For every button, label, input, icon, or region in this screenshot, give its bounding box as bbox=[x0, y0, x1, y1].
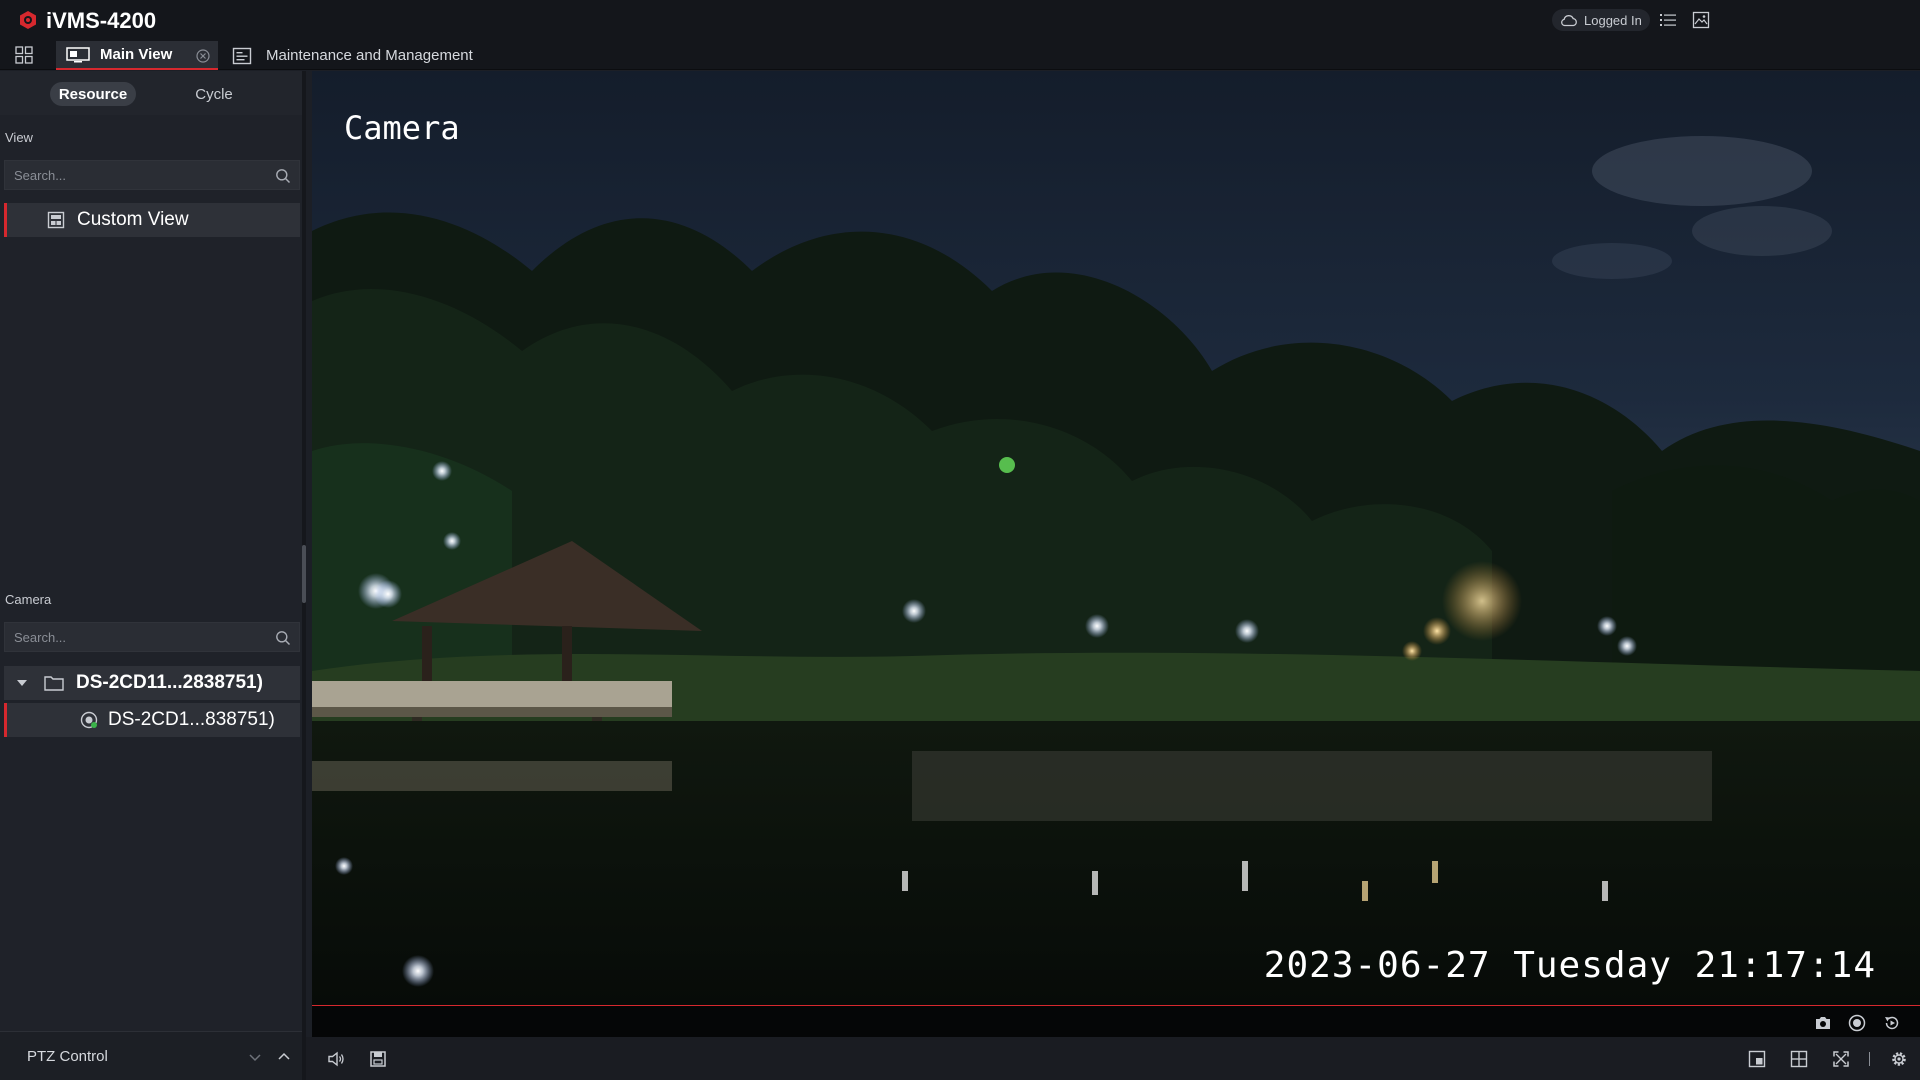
logo-icon bbox=[20, 11, 36, 29]
sidebar-resize-handle[interactable] bbox=[302, 545, 306, 603]
camera-online-icon bbox=[80, 711, 98, 729]
window-single-icon[interactable] bbox=[1748, 1050, 1766, 1068]
instant-playback-icon[interactable] bbox=[1883, 1014, 1901, 1032]
picture-icon[interactable] bbox=[1692, 11, 1710, 29]
custom-view-item[interactable]: Custom View bbox=[4, 203, 300, 237]
view-search-box bbox=[4, 160, 300, 190]
camera-search-input[interactable] bbox=[5, 629, 261, 645]
chevron-up-icon[interactable] bbox=[277, 1050, 291, 1064]
resource-cycle-switch: Resource Cycle bbox=[0, 71, 302, 115]
task-list-icon[interactable] bbox=[1659, 11, 1677, 29]
device-label: DS-2CD11...2838751) bbox=[76, 672, 263, 693]
monitor-icon bbox=[66, 46, 90, 62]
tab-main-view[interactable]: Main View bbox=[56, 41, 218, 70]
folder-icon bbox=[44, 676, 64, 691]
volume-icon[interactable] bbox=[327, 1050, 345, 1068]
view-icon bbox=[47, 211, 65, 229]
bottom-control-bar bbox=[306, 1037, 1920, 1080]
close-icon[interactable] bbox=[196, 49, 210, 63]
login-status-label: Logged In bbox=[1584, 12, 1642, 28]
osd-camera-name: Camera bbox=[344, 109, 460, 147]
camera-feed-image bbox=[312, 71, 1920, 1005]
save-view-icon[interactable] bbox=[369, 1050, 387, 1068]
record-icon[interactable] bbox=[1848, 1014, 1866, 1032]
osd-timestamp: 2023-06-27 Tuesday 21:17:14 bbox=[1263, 945, 1876, 986]
camera-channel-label: DS-2CD1...838751) bbox=[108, 709, 275, 730]
sidebar: Resource Cycle View Custom View Camera bbox=[0, 71, 306, 1080]
camera-section-label: Camera bbox=[5, 592, 52, 607]
caret-down-icon[interactable] bbox=[16, 677, 28, 689]
camera-channel-item[interactable]: DS-2CD1...838751) bbox=[4, 703, 300, 737]
app-title: iVMS-4200 bbox=[46, 8, 157, 33]
ptz-control-label: PTZ Control bbox=[27, 1048, 108, 1065]
view-section-label: View bbox=[5, 130, 33, 145]
maintenance-icon bbox=[232, 47, 252, 64]
tab-main-view-label: Main View bbox=[100, 46, 173, 63]
login-status[interactable]: Logged In bbox=[1552, 9, 1650, 31]
video-window-toolbar bbox=[312, 1005, 1920, 1037]
segment-resource[interactable]: Resource bbox=[50, 82, 136, 106]
title-bar: iVMS-4200 Logged In bbox=[0, 0, 1920, 40]
segment-cycle[interactable]: Cycle bbox=[180, 82, 248, 106]
search-icon[interactable] bbox=[275, 168, 291, 184]
fullscreen-icon[interactable] bbox=[1832, 1050, 1850, 1068]
chevron-down-icon[interactable] bbox=[248, 1050, 262, 1064]
view-search-input[interactable] bbox=[5, 167, 261, 183]
tab-maintenance-label: Maintenance and Management bbox=[266, 47, 473, 64]
search-icon[interactable] bbox=[275, 630, 291, 646]
custom-view-label: Custom View bbox=[77, 209, 189, 230]
cloud-icon bbox=[1561, 15, 1577, 27]
camera-search-box bbox=[4, 622, 300, 652]
live-view-window[interactable]: Camera 2023-06-27 Tuesday 21:17:14 bbox=[312, 71, 1920, 1005]
settings-icon[interactable] bbox=[1890, 1050, 1908, 1068]
ptz-control-bar[interactable]: PTZ Control bbox=[0, 1031, 302, 1080]
tab-bar: Main View Maintenance and Management bbox=[0, 40, 1920, 70]
module-grid-icon[interactable] bbox=[15, 46, 33, 64]
capture-icon[interactable] bbox=[1814, 1014, 1832, 1032]
toolbar-separator bbox=[1869, 1052, 1870, 1066]
window-layout-icon[interactable] bbox=[1790, 1050, 1808, 1068]
device-tree-item[interactable]: DS-2CD11...2838751) bbox=[4, 666, 300, 700]
tab-maintenance[interactable]: Maintenance and Management bbox=[232, 41, 473, 70]
